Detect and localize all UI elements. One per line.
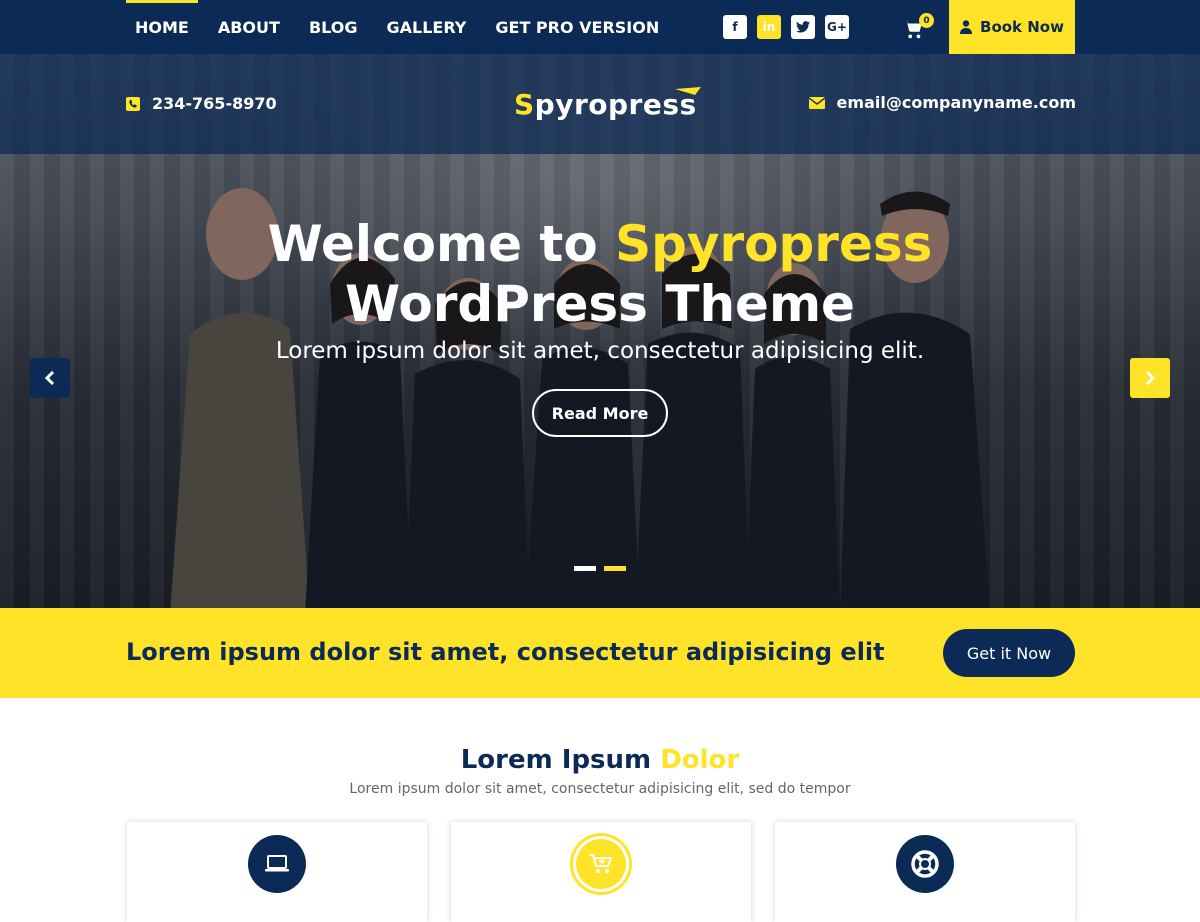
- hero-title-line2: WordPress Theme: [345, 275, 855, 333]
- facebook-glyph: f: [732, 20, 738, 34]
- service-card[interactable]: [451, 822, 751, 922]
- cart-count-badge: 0: [919, 13, 934, 28]
- phone-contact[interactable]: 234-765-8970: [126, 94, 277, 113]
- nav-item-blog[interactable]: BLOG: [300, 0, 367, 54]
- nav-item-get-pro-version[interactable]: GET PRO VERSION: [486, 0, 668, 54]
- google-plus-glyph: G+: [827, 20, 847, 34]
- phone-icon: [126, 96, 140, 111]
- phone-number: 234-765-8970: [152, 94, 277, 113]
- cart-icon[interactable]: 0: [902, 13, 934, 40]
- cta-text: Lorem ipsum dolor sit amet, consectetur …: [126, 638, 885, 666]
- envelope-icon: [808, 96, 825, 109]
- logo-swoosh-icon: [674, 87, 701, 95]
- linkedin-glyph: in: [762, 20, 776, 34]
- twitter-bird-glyph: [796, 21, 810, 33]
- services-subheading: Lorem ipsum dolor sit amet, consectetur …: [349, 781, 851, 797]
- service-card[interactable]: [127, 822, 427, 922]
- logo-initial: S: [514, 87, 535, 121]
- slider-next-button[interactable]: [1130, 358, 1170, 398]
- life-ring-icon[interactable]: [896, 835, 954, 893]
- cta-banner: Lorem ipsum dolor sit amet, consectetur …: [0, 608, 1200, 698]
- email-contact[interactable]: email@companyname.com: [808, 93, 1076, 112]
- service-card[interactable]: [775, 822, 1075, 922]
- services-heading-main: Lorem Ipsum: [460, 745, 652, 775]
- laptop-glyph: [265, 855, 289, 872]
- hero-title-prefix: Welcome to: [267, 215, 616, 273]
- hero-title: Welcome to Spyropress WordPress Theme: [0, 214, 1200, 334]
- facebook-icon[interactable]: f: [723, 15, 747, 39]
- info-bar: 234-765-8970 Spyropress email@companynam…: [0, 54, 1200, 154]
- chevron-left-icon: [44, 371, 55, 385]
- laptop-icon[interactable]: [248, 835, 306, 893]
- main-menu: HOME ABOUT BLOG GALLERY GET PRO VERSION: [126, 0, 679, 54]
- services-heading-accent: Dolor: [660, 745, 740, 775]
- shopping-cart-icon[interactable]: [573, 836, 629, 892]
- linkedin-icon[interactable]: in: [757, 15, 781, 39]
- top-navbar: HOME ABOUT BLOG GALLERY GET PRO VERSION …: [0, 0, 1200, 54]
- get-it-now-button[interactable]: Get it Now: [943, 629, 1075, 677]
- services-heading: Lorem Ipsum Dolor: [0, 745, 1200, 775]
- book-now-button[interactable]: Book Now: [949, 0, 1075, 54]
- slider-dot-2[interactable]: [604, 566, 626, 571]
- user-icon: [960, 20, 973, 34]
- nav-item-home[interactable]: HOME: [126, 0, 198, 54]
- site-logo[interactable]: Spyropress: [514, 84, 701, 124]
- slider-prev-button[interactable]: [30, 358, 70, 398]
- read-more-button[interactable]: Read More: [532, 389, 668, 437]
- social-links: f in G+: [723, 15, 849, 39]
- hero-slider: 234-765-8970 Spyropress email@companynam…: [0, 54, 1200, 608]
- book-now-label: Book Now: [980, 18, 1064, 36]
- nav-item-about[interactable]: ABOUT: [209, 0, 289, 54]
- cart-glyph: [589, 854, 613, 873]
- hero-subtitle: Lorem ipsum dolor sit amet, consectetur …: [275, 338, 925, 364]
- email-address: email@companyname.com: [836, 93, 1076, 112]
- slider-indicators: [574, 566, 626, 571]
- nav-item-gallery[interactable]: GALLERY: [378, 0, 476, 54]
- chevron-right-icon: [1145, 371, 1156, 385]
- life-ring-glyph: [911, 850, 939, 878]
- slider-dot-1[interactable]: [574, 566, 596, 571]
- google-plus-icon[interactable]: G+: [825, 15, 849, 39]
- twitter-icon[interactable]: [791, 15, 815, 39]
- hero-title-accent: Spyropress: [615, 215, 933, 273]
